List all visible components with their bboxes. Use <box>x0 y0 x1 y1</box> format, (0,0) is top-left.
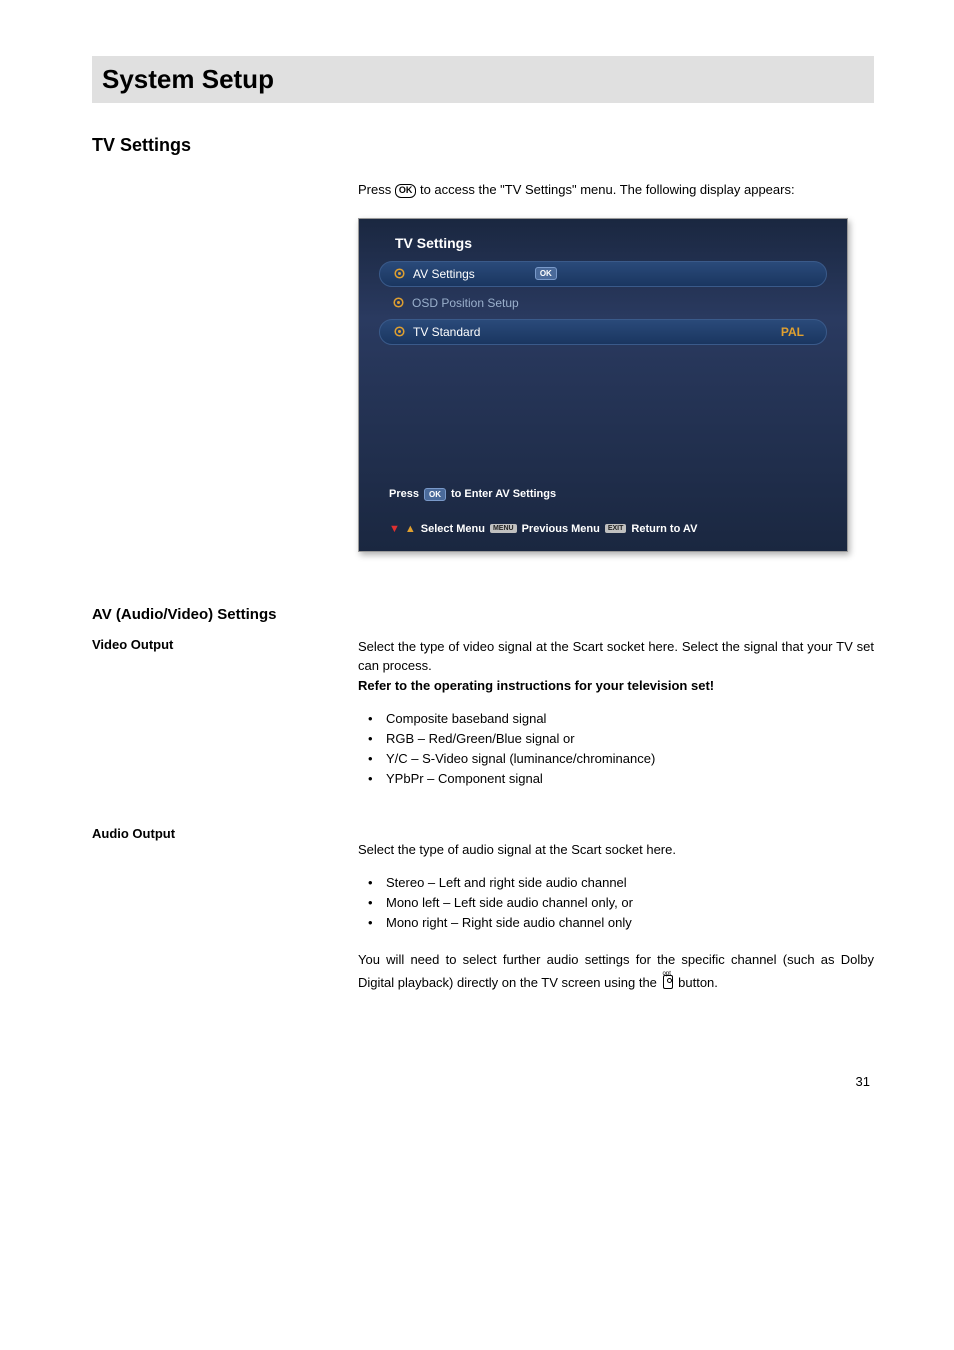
page-title: System Setup <box>102 64 864 95</box>
list-item: Composite baseband signal <box>358 709 874 729</box>
ok-badge-icon: OK <box>424 488 446 501</box>
arrow-up-icon: ▲ <box>405 523 416 535</box>
video-output-label: Video Output <box>92 637 338 652</box>
section-heading: TV Settings <box>92 135 874 156</box>
video-output-text: Select the type of video signal at the S… <box>358 637 874 696</box>
audio-output-label: Audio Output <box>92 826 338 841</box>
av-settings-heading: AV (Audio/Video) Settings <box>92 606 874 623</box>
tv-standard-value: PAL <box>781 325 804 339</box>
gear-icon <box>393 297 404 308</box>
menu-row-av-settings: AV Settings OK <box>379 261 827 287</box>
list-item: YPbPr – Component signal <box>358 769 874 789</box>
tv-settings-screenshot: TV Settings AV Settings OK OSD Position … <box>358 218 848 552</box>
screenshot-title: TV Settings <box>359 219 847 261</box>
audio-output-list: Stereo – Left and right side audio chann… <box>358 873 874 933</box>
ok-icon: OK <box>395 184 417 198</box>
audio-output-text: Select the type of audio signal at the S… <box>358 840 874 860</box>
opt-button-icon <box>663 975 673 989</box>
list-item: Mono left – Left side audio channel only… <box>358 893 874 913</box>
screenshot-hint: Press OK to Enter AV Settings <box>379 488 827 501</box>
video-output-list: Composite baseband signal RGB – Red/Gree… <box>358 709 874 790</box>
page-number: 31 <box>92 1074 874 1089</box>
menu-badge-icon: MENU <box>490 524 517 533</box>
title-bar: System Setup <box>92 56 874 103</box>
gear-icon <box>394 268 405 279</box>
ok-badge-icon: OK <box>535 267 557 280</box>
gear-icon <box>394 326 405 337</box>
menu-row-osd-position: OSD Position Setup <box>379 290 827 316</box>
list-item: Stereo – Left and right side audio chann… <box>358 873 874 893</box>
list-item: Y/C – S-Video signal (luminance/chromina… <box>358 749 874 769</box>
exit-badge-icon: EXIT <box>605 524 627 533</box>
list-item: RGB – Red/Green/Blue signal or <box>358 729 874 749</box>
menu-row-tv-standard: TV Standard PAL <box>379 319 827 345</box>
intro-text: Press OK to access the "TV Settings" men… <box>358 180 874 200</box>
audio-output-note: You will need to select further audio se… <box>358 949 874 993</box>
arrow-down-icon: ▼ <box>389 523 400 535</box>
list-item: Mono right – Right side audio channel on… <box>358 913 874 933</box>
screenshot-footer: ▼▲ Select Menu MENU Previous Menu EXIT R… <box>379 523 827 535</box>
